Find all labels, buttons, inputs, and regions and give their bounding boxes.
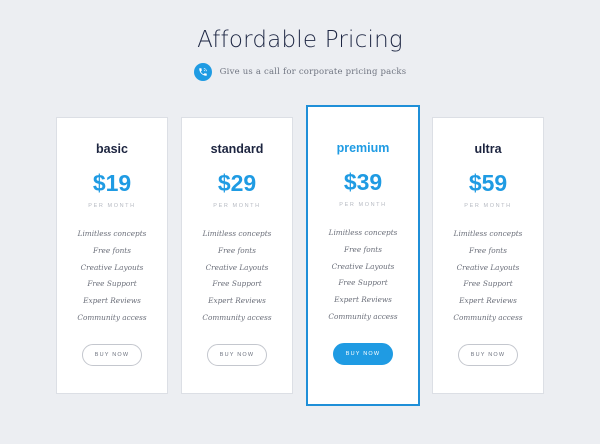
- feature-list: Limitless concepts Free fonts Creative L…: [182, 226, 292, 327]
- feature-item: Expert Reviews: [208, 296, 266, 306]
- plan-name: premium: [336, 141, 390, 155]
- feature-list: Limitless concepts Free fonts Creative L…: [308, 225, 418, 326]
- feature-list: Limitless concepts Free fonts Creative L…: [57, 226, 167, 327]
- phone-icon[interactable]: [193, 63, 212, 81]
- feature-item: Creative Layouts: [456, 262, 520, 272]
- feature-item: Free fonts: [93, 245, 131, 255]
- buy-now-button-basic[interactable]: BUY NOW: [82, 344, 142, 366]
- plan-name: ultra: [474, 142, 502, 156]
- subline-text: Give us a call for corporate pricing pac…: [219, 67, 407, 77]
- feature-item: Free fonts: [344, 244, 382, 254]
- feature-item: Community access: [77, 312, 147, 322]
- pricing-card-ultra: ultra $59 PER MONTH Limitless concepts F…: [432, 117, 544, 394]
- pricing-card-standard: standard $29 PER MONTH Limitless concept…: [181, 117, 293, 394]
- plan-price: $29: [217, 170, 257, 196]
- feature-item: Expert Reviews: [459, 296, 517, 306]
- plan-name: basic: [96, 142, 128, 156]
- buy-now-button-premium[interactable]: BUY NOW: [333, 343, 393, 365]
- feature-item: Expert Reviews: [83, 296, 141, 306]
- price-period: PER MONTH: [464, 203, 512, 209]
- feature-item: Limitless concepts: [453, 229, 523, 238]
- pricing-card-basic: basic $19 PER MONTH Limitless concepts F…: [56, 117, 168, 394]
- price-period: PER MONTH: [213, 203, 261, 209]
- plan-price: $59: [468, 170, 508, 196]
- buy-now-button-standard[interactable]: BUY NOW: [207, 344, 267, 366]
- feature-item: Free Support: [338, 278, 388, 288]
- feature-list: Limitless concepts Free fonts Creative L…: [433, 226, 543, 327]
- feature-item: Expert Reviews: [334, 295, 392, 305]
- feature-item: Free fonts: [218, 245, 256, 255]
- feature-item: Creative Layouts: [80, 262, 144, 272]
- corporate-pricing-note: Give us a call for corporate pricing pac…: [0, 63, 600, 81]
- feature-item: Free Support: [87, 279, 137, 289]
- price-period: PER MONTH: [88, 203, 136, 209]
- feature-item: Limitless concepts: [77, 229, 147, 238]
- plan-name: standard: [210, 142, 264, 156]
- price-period: PER MONTH: [339, 202, 387, 208]
- feature-item: Community access: [328, 311, 398, 321]
- page-title: Affordable Pricing: [197, 27, 403, 53]
- feature-item: Limitless concepts: [328, 228, 398, 237]
- feature-item: Creative Layouts: [331, 261, 395, 271]
- feature-item: Creative Layouts: [205, 262, 269, 272]
- feature-item: Free fonts: [469, 245, 507, 255]
- pricing-card-premium: premium $39 PER MONTH Limitless concepts…: [306, 105, 420, 406]
- feature-item: Community access: [202, 312, 272, 322]
- feature-item: Community access: [453, 312, 523, 322]
- feature-item: Free Support: [212, 279, 262, 289]
- feature-item: Free Support: [463, 279, 513, 289]
- feature-item: Limitless concepts: [202, 229, 272, 238]
- plan-price: $19: [92, 170, 132, 196]
- buy-now-button-ultra[interactable]: BUY NOW: [458, 344, 518, 366]
- plan-price: $39: [343, 169, 383, 195]
